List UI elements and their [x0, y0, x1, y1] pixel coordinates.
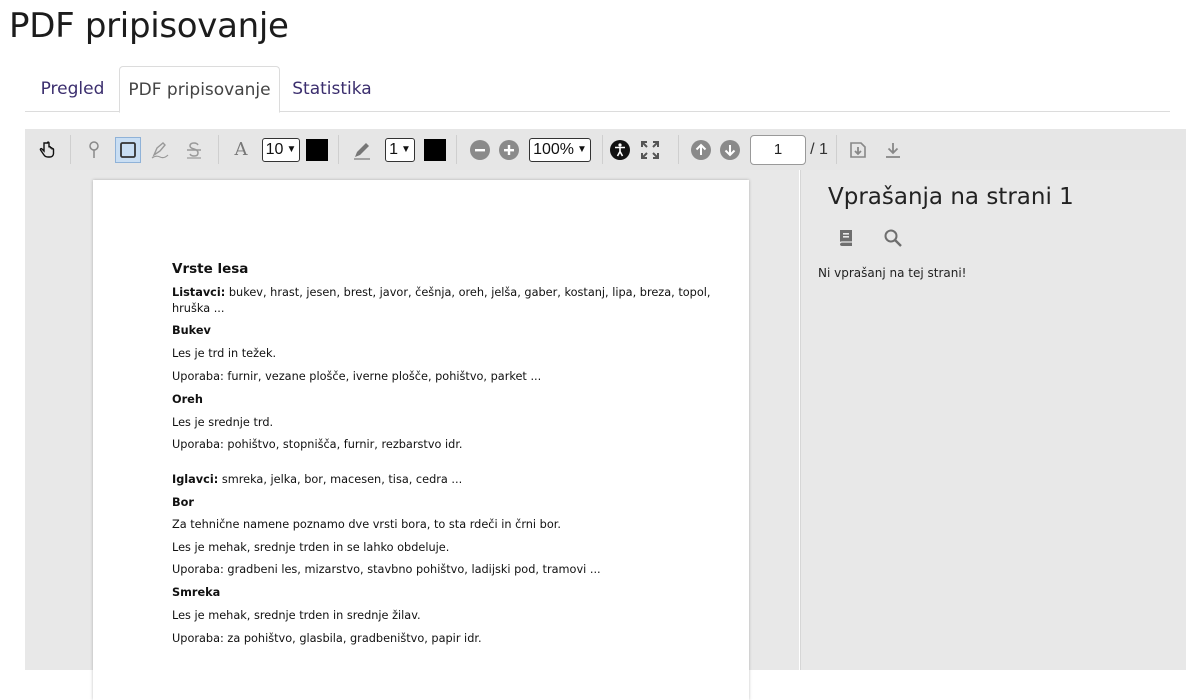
page-number-value: 1: [750, 134, 806, 165]
book-icon[interactable]: [834, 226, 858, 250]
empty-questions-message: Ni vprašanj na tej strani!: [818, 266, 967, 280]
pdf-page[interactable]: Vrste lesa Listavci: bukev, hrast, jesen…: [93, 180, 749, 700]
pdf-viewer[interactable]: Vrste lesa Listavci: bukev, hrast, jesen…: [25, 170, 799, 700]
arrow-up-icon[interactable]: [689, 129, 713, 170]
line-width-select[interactable]: 1 ▼: [379, 129, 421, 170]
line-label: Iglavci:: [172, 473, 219, 486]
page-total-label: / 1: [810, 140, 828, 158]
toolbar-separator: [218, 135, 219, 164]
line-width-label: 1: [389, 140, 398, 158]
document-line: Uporaba: za pohištvo, glasbila, gradbeni…: [172, 632, 482, 645]
tab-statistika[interactable]: Statistika: [283, 66, 381, 112]
text-tool-glyph: A: [234, 139, 248, 160]
document-line: Uporaba: gradbeni les, mizarstvo, stavbn…: [172, 563, 601, 576]
chevron-down-icon: ▼: [577, 144, 587, 155]
sidebar-title: Vprašanja na strani 1: [828, 184, 1074, 210]
page-total: / 1: [809, 129, 829, 170]
download-to-device-icon[interactable]: [845, 129, 871, 170]
document-line: Les je trd in težek.: [172, 347, 277, 360]
document-heading: Vrste lesa: [172, 261, 249, 277]
zoom-label: 100%: [533, 140, 574, 158]
tab-bar: Pregled PDF pripisovanje Statistika: [25, 66, 1170, 113]
toolbar-separator: [456, 135, 457, 164]
line-width-value: 1 ▼: [385, 137, 415, 162]
document-subheading: Bukev: [172, 324, 211, 337]
line-text: smreka, jelka, bor, macesen, tisa, cedra…: [218, 473, 463, 486]
document-line: Les je srednje trd.: [172, 416, 274, 429]
document-line: Uporaba: furnir, vezane plošče, iverne p…: [172, 370, 542, 383]
accessibility-icon[interactable]: [608, 129, 632, 170]
font-size-select[interactable]: 10 ▼: [260, 129, 302, 170]
strikethrough-icon[interactable]: [181, 129, 207, 170]
highlighter-icon[interactable]: [147, 129, 173, 170]
draw-color-picker[interactable]: [423, 129, 447, 170]
page-number-input[interactable]: 1: [749, 129, 807, 170]
toolbar-separator: [70, 135, 71, 164]
document-line: Za tehnične namene poznamo dve vrsti bor…: [172, 518, 561, 531]
questions-sidebar: Vprašanja na strani 1 Ni vprašanj na tej…: [800, 170, 1186, 670]
toolbar-separator: [338, 135, 339, 164]
fullscreen-icon[interactable]: [637, 129, 663, 170]
zoom-value: 100% ▼: [529, 137, 591, 162]
arrow-down-icon[interactable]: [718, 129, 742, 170]
toolbar-separator: [602, 135, 603, 164]
font-size-value: 10 ▼: [261, 137, 301, 162]
zoom-out-icon[interactable]: [468, 129, 492, 170]
pencil-icon[interactable]: [349, 129, 375, 170]
rectangle-icon: [115, 136, 141, 163]
document-line: Les je mehak, srednje trden in srednje ž…: [172, 609, 421, 622]
document-subheading: Oreh: [172, 393, 203, 406]
page-title: PDF pripisovanje: [9, 6, 289, 46]
chevron-down-icon: ▼: [286, 144, 297, 155]
download-icon[interactable]: [880, 129, 906, 170]
document-line: Uporaba: pohištvo, stopnišča, furnir, re…: [172, 438, 463, 451]
draw-color-swatch: [424, 138, 446, 161]
document-line: Les je mehak, srednje trden in se lahko …: [172, 541, 450, 554]
tab-pdf-pripisovanje[interactable]: PDF pripisovanje: [119, 66, 280, 113]
text-color-picker[interactable]: [305, 129, 329, 170]
line-label: Listavci:: [172, 286, 226, 299]
zoom-select[interactable]: 100% ▼: [527, 129, 593, 170]
document-line: Iglavci: smreka, jelka, bor, macesen, ti…: [172, 473, 462, 486]
text-color-swatch: [306, 138, 328, 161]
annotation-toolbar: A 10 ▼ 1 ▼ 100% ▼ 1 / 1: [25, 129, 1186, 170]
search-icon[interactable]: [881, 226, 905, 250]
text-icon[interactable]: A: [230, 129, 252, 170]
map-pin-icon[interactable]: [81, 129, 107, 170]
chevron-down-icon: ▼: [401, 144, 411, 155]
line-text: bukev, hrast, jesen, brest, javor, češnj…: [225, 286, 711, 299]
document-line: hruška ...: [172, 302, 225, 315]
tab-pregled[interactable]: Pregled: [25, 66, 120, 112]
document-line: Listavci: bukev, hrast, jesen, brest, ja…: [172, 286, 710, 299]
document-subheading: Smreka: [172, 586, 221, 599]
toolbar-separator: [678, 135, 679, 164]
rectangle-tool-button[interactable]: [113, 129, 143, 170]
zoom-in-icon[interactable]: [497, 129, 521, 170]
font-size-label: 10: [265, 140, 284, 158]
toolbar-separator: [836, 135, 837, 164]
document-subheading: Bor: [172, 496, 194, 509]
hand-pointer-icon[interactable]: [33, 129, 61, 170]
